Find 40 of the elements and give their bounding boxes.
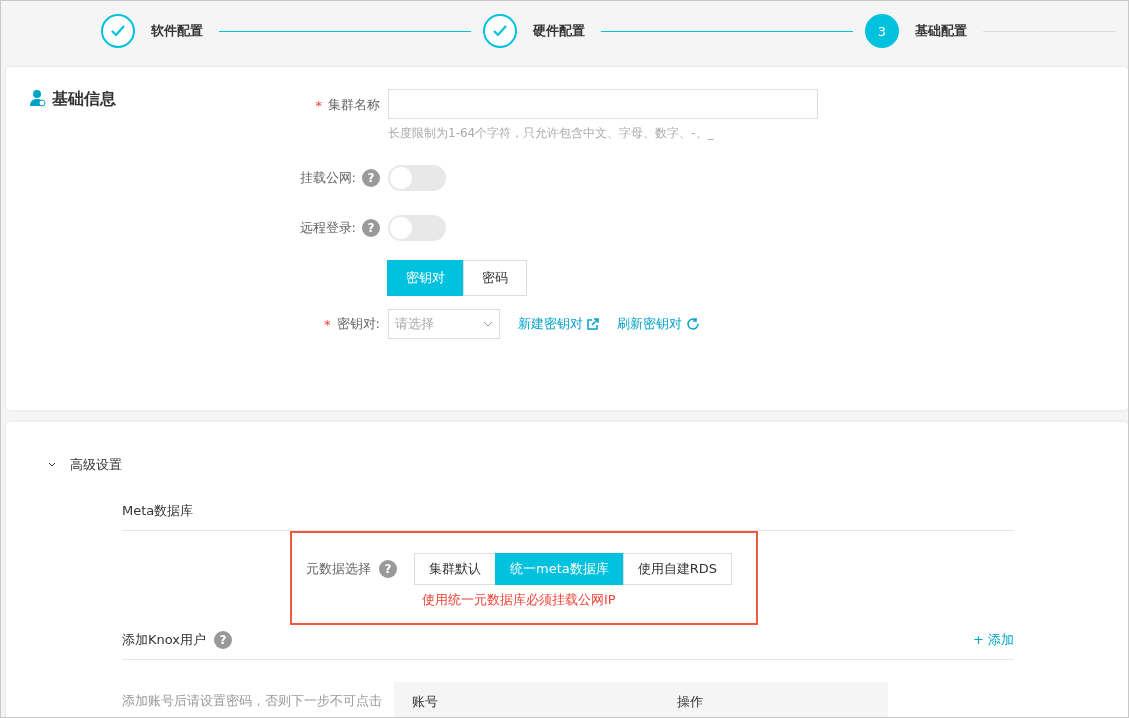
refresh-icon xyxy=(686,317,700,331)
login-mode-tab[interactable]: 密钥对 xyxy=(387,260,464,296)
metadata-option[interactable]: 统一meta数据库 xyxy=(495,553,624,585)
help-icon[interactable]: ? xyxy=(214,631,232,649)
section-heading: 添加Knox用户 xyxy=(122,631,206,649)
help-icon[interactable]: ? xyxy=(362,219,380,237)
link[interactable]: 刷新密钥对 xyxy=(617,315,700,333)
column-header: 账号 xyxy=(412,693,439,711)
field-label: 元数据选择 xyxy=(306,560,371,578)
collapse-toggle[interactable]: 高级设置 xyxy=(48,456,122,474)
check-icon xyxy=(492,24,508,38)
required-mark: * xyxy=(324,316,331,332)
step-label: 基础配置 xyxy=(915,22,967,40)
field-label: 远程登录: xyxy=(299,219,356,237)
help-icon[interactable]: ? xyxy=(379,560,397,578)
column-header: 操作 xyxy=(677,693,704,711)
metadata-option[interactable]: 使用自建RDS xyxy=(622,553,733,585)
metadata-option[interactable]: 集群默认 xyxy=(414,553,496,585)
section-heading: Meta数据库 xyxy=(122,502,194,520)
help-icon[interactable]: ? xyxy=(362,169,380,187)
user-icon xyxy=(30,89,46,107)
chevron-down-icon xyxy=(483,321,493,327)
step-indicator: 3 xyxy=(865,14,899,48)
step-label: 硬件配置 xyxy=(533,22,585,40)
cluster-name-field[interactable] xyxy=(388,89,818,119)
check-icon xyxy=(110,24,126,38)
required-mark: * xyxy=(315,97,322,113)
keypair-select[interactable]: 请选择 xyxy=(388,309,500,339)
section-title: 基础信息 xyxy=(52,89,116,110)
external-link-icon xyxy=(587,318,599,330)
step-label: 软件配置 xyxy=(151,22,203,40)
add-link[interactable]: + 添加 xyxy=(972,631,1014,649)
link[interactable]: 新建密钥对 xyxy=(518,315,599,333)
field-label: 密钥对: xyxy=(336,315,380,333)
field-label: 集群名称 xyxy=(328,96,380,114)
error-message: 使用统一元数据库必须挂载公网IP xyxy=(422,591,617,609)
field-label: 挂载公网: xyxy=(299,169,356,187)
field-hint: 长度限制为1-64个字符，只允许包含中文、字母、数字、-、_ xyxy=(388,125,715,142)
chevron-icon xyxy=(48,462,56,468)
login-mode-tab[interactable]: 密码 xyxy=(463,260,527,296)
